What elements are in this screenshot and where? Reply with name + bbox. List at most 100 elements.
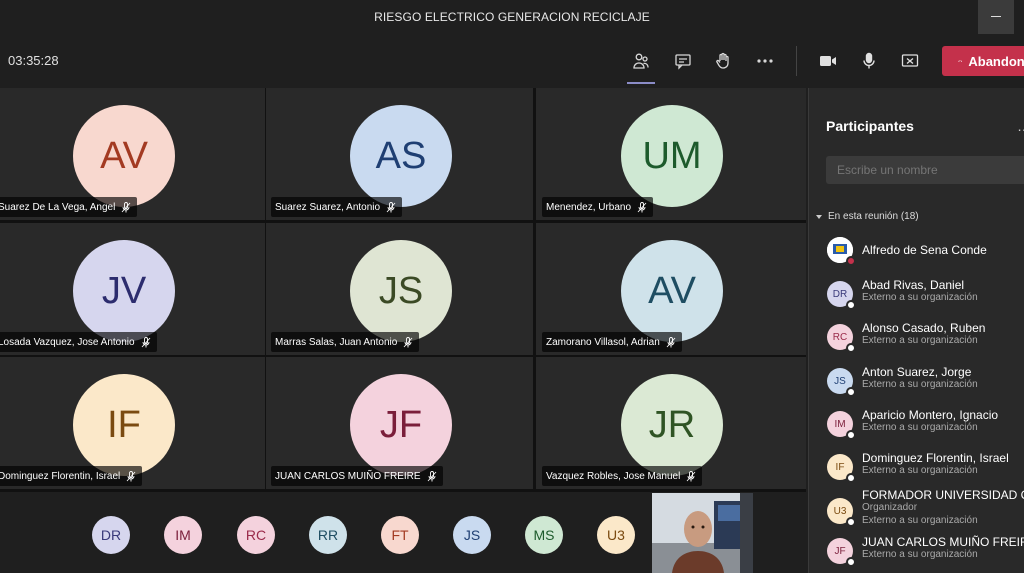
participant-name: JUAN CARLOS MUIÑO FREIRE [275,470,421,482]
leave-button[interactable]: Abandonar [942,46,1024,76]
mic-muted-icon [126,470,136,481]
avatar-initials: IM [834,418,846,430]
participant-subtitle: Externo a su organización [862,549,978,560]
mic-muted-icon [386,201,396,212]
participant-avatar: IF [827,454,856,483]
avatar: JF [350,374,452,476]
panel-title: Participantes [826,118,914,134]
status-badge [846,343,856,353]
minimize-button[interactable] [978,0,1014,34]
section-header[interactable]: En esta reunión (18) [816,211,919,222]
status-badge [846,473,856,483]
participant-name: Vazquez Robles, Jose Manuel [546,470,681,482]
mic-muted-icon [141,336,150,347]
self-video[interactable] [652,493,753,573]
mic-muted-icon [687,470,696,481]
participant-name: Suarez Suarez, Antonio [275,201,381,213]
people-icon[interactable] [627,48,655,84]
participant-name-label: Dominguez Florentin, Israel [0,466,143,486]
participant-tile[interactable]: JS Marras Salas, Juan Antonio [266,223,533,355]
participant-avatar: RC [827,324,856,353]
overflow-avatar[interactable]: MS [525,516,563,554]
hang-up-icon [958,60,963,62]
participant-name-label: Losada Vazquez, Jose Antonio [0,332,157,352]
title-bar: RIESGO ELECTRICO GENERACION RECICLAJE [0,0,1024,34]
mic-icon[interactable] [855,48,883,74]
overflow-avatar[interactable]: DR [92,516,130,554]
avatar: JV [73,240,175,342]
participant-name: Aparicio Montero, Ignacio [862,408,999,422]
avatar: AV [621,240,723,342]
participant-subtitle: Externo a su organización [862,292,978,303]
avatar-initials: JS [834,375,846,387]
camera-icon[interactable] [814,48,842,74]
avatar-initials: U3 [833,505,847,517]
overflow-avatar[interactable]: U3 [597,516,635,554]
participant-name: Losada Vazquez, Jose Antonio [0,336,135,348]
overflow-avatar[interactable]: FT [381,516,419,554]
overflow-avatar[interactable]: RC [237,516,275,554]
status-badge [846,430,856,440]
participant-name: Anton Suarez, Jorge [862,365,972,379]
participant-name: Alonso Casado, Ruben [862,321,986,335]
status-badge [846,557,856,567]
avatar: AV [73,105,175,207]
panel-more-icon[interactable]: … [1017,118,1024,134]
participant-name: Dominguez Florentin, Israel [862,451,1009,465]
participant-name-label: JUAN CARLOS MUIÑO FREIRE [271,466,443,486]
status-badge [846,256,856,266]
participant-name-label: Zamorano Villasol, Adrian [542,332,682,352]
participant-tile[interactable]: JV Losada Vazquez, Jose Antonio [0,223,265,355]
more-icon[interactable] [751,48,779,74]
participant-name-label: Vazquez Robles, Jose Manuel [542,466,703,486]
overflow-avatar[interactable]: IM [164,516,202,554]
mic-muted-icon [403,336,413,347]
meeting-timer: 03:35:28 [8,53,59,68]
avatar-initials: DR [832,288,848,300]
participant-subtitle: Externo a su organización [862,465,978,476]
participant-name-label: Marras Salas, Juan Antonio [271,332,420,352]
avatar: UM [621,105,723,207]
participant-subtitle: Externo a su organización [862,422,978,433]
participant-avatar: JF [827,538,856,567]
avatar: AS [350,105,452,207]
participant-tile[interactable]: AV Zamorano Villasol, Adrian [536,223,806,355]
participant-avatar: IM [827,411,856,440]
participant-name-label: Suarez De La Vega, Angel [0,197,138,217]
overflow-avatar[interactable]: RR [309,516,347,554]
participants-panel: Participantes … En esta reunión (18) Alf… [808,88,1024,573]
participant-tile[interactable]: IF Dominguez Florentin, Israel [0,357,265,489]
chat-icon[interactable] [669,48,697,74]
window-title: RIESGO ELECTRICO GENERACION RECICLAJE [374,10,650,24]
share-screen-icon[interactable] [896,48,924,74]
mic-muted-icon [637,201,647,212]
participant-tile[interactable]: JF JUAN CARLOS MUIÑO FREIRE [266,357,533,489]
mic-muted-icon [121,201,131,212]
participant-subtitle: Externo a su organización [862,379,978,390]
participant-name: Alfredo de Sena Conde [862,243,987,257]
participant-subtitle: Externo a su organización [862,515,978,526]
search-input[interactable] [826,156,1024,184]
leave-label: Abandonar [968,53,1024,69]
participant-name: FORMADOR UNIVERSIDAD C... [862,488,1024,502]
toolbar-divider [796,46,797,76]
participant-tile[interactable]: UM Menendez, Urbano [536,88,806,220]
participant-tile[interactable]: JR Vazquez Robles, Jose Manuel [536,357,806,489]
section-label: En esta reunión (18) [828,211,919,222]
participant-name: Suarez De La Vega, Angel [0,201,116,213]
status-badge [846,387,856,397]
status-badge [846,517,856,527]
participant-avatar: U3 [827,498,856,527]
meeting-toolbar: 03:35:28 Abandonar [0,34,1024,88]
participant-tile[interactable]: AV Suarez De La Vega, Angel [0,88,265,220]
participant-name: Dominguez Florentin, Israel [0,470,121,482]
participant-avatar: JS [827,368,856,397]
mic-muted-icon [666,336,676,347]
participant-avatar: DR [827,281,856,310]
avatar: JR [621,374,723,476]
raise-hand-icon[interactable] [709,48,737,74]
participant-name: JUAN CARLOS MUIÑO FREIRE [862,535,1024,549]
avatar-initials: JF [834,545,846,557]
overflow-avatar[interactable]: JS [453,516,491,554]
participant-tile[interactable]: AS Suarez Suarez, Antonio [266,88,533,220]
